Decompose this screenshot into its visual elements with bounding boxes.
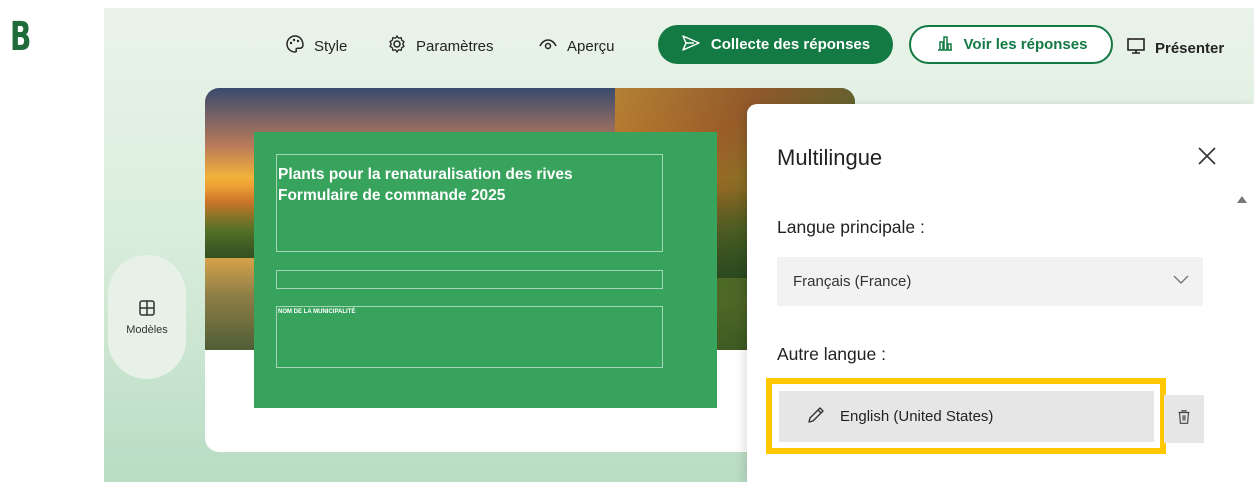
- modeles-button[interactable]: Modèles: [108, 255, 186, 379]
- trash-icon: [1175, 408, 1193, 431]
- step-letter: B: [10, 14, 31, 60]
- other-language-label: Autre langue :: [777, 344, 886, 364]
- highlight-frame: [766, 378, 1166, 454]
- presenter-label: Présenter: [1155, 39, 1225, 57]
- gear-icon: [387, 34, 407, 58]
- voir-label: Voir les réponses: [963, 36, 1088, 53]
- form-theme-overlay: Plants pour la renaturalisation des rive…: [254, 132, 717, 408]
- style-label: Style: [314, 37, 348, 55]
- form-title-line2: Formulaire de commande 2025: [278, 187, 506, 204]
- primary-language-label: Langue principale :: [777, 217, 925, 237]
- apercu-label: Aperçu: [567, 37, 615, 55]
- scroll-up-arrow[interactable]: [1237, 196, 1247, 203]
- parametres-button[interactable]: Paramètres: [387, 34, 494, 58]
- palette-icon: [285, 34, 305, 58]
- municipality-field-box: [276, 306, 663, 368]
- chevron-down-icon: [1173, 275, 1189, 284]
- chart-icon: [935, 33, 955, 57]
- apercu-button[interactable]: Aperçu: [538, 36, 615, 56]
- parametres-label: Paramètres: [416, 37, 494, 55]
- monitor-icon: [1126, 36, 1146, 60]
- voir-reponses-button[interactable]: Voir les réponses: [909, 25, 1113, 64]
- primary-language-value: Français (France): [793, 273, 912, 290]
- municipality-field-label: NOM DE LA MUNICIPALITÉ: [278, 309, 356, 315]
- subtitle-box: [276, 270, 663, 289]
- collecte-label: Collecte des réponses: [710, 36, 871, 53]
- delete-language-button[interactable]: [1164, 395, 1204, 443]
- style-button[interactable]: Style: [285, 34, 348, 58]
- modeles-label: Modèles: [126, 324, 168, 336]
- eye-icon: [538, 34, 558, 58]
- send-icon: [681, 33, 701, 57]
- templates-icon: [137, 298, 157, 321]
- close-icon[interactable]: [1195, 144, 1219, 168]
- presenter-button[interactable]: Présenter: [1126, 36, 1224, 60]
- primary-language-select[interactable]: Français (France): [777, 257, 1203, 306]
- collecte-reponses-button[interactable]: Collecte des réponses: [658, 25, 893, 64]
- top-toolbar: Style Paramètres Aperçu Collecte des rép…: [104, 8, 1254, 80]
- form-title: Plants pour la renaturalisation des rive…: [278, 164, 573, 206]
- form-title-line1: Plants pour la renaturalisation des rive…: [278, 166, 573, 183]
- panel-title: Multilingue: [777, 145, 883, 170]
